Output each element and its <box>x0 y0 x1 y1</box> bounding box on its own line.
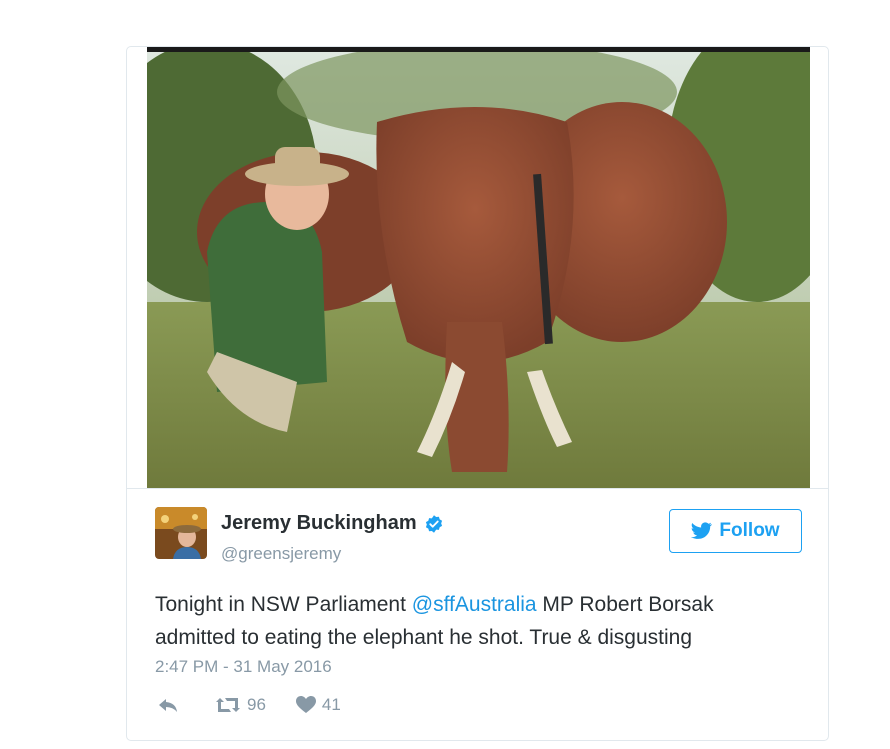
twitter-bird-icon <box>691 522 713 539</box>
reply-action[interactable] <box>157 696 185 714</box>
retweet-action[interactable]: 96 <box>215 695 266 715</box>
author-name-row: Jeremy Buckingham <box>221 512 444 535</box>
retweet-icon <box>216 698 240 712</box>
reply-icon <box>159 699 177 712</box>
like-count: 41 <box>321 695 341 714</box>
tweet-text-before: Tonight in NSW Parliament <box>155 593 412 616</box>
display-name[interactable]: Jeremy Buckingham <box>221 512 417 535</box>
tweet-timestamp[interactable]: 2:47 PM - 31 May 2016 <box>155 657 332 677</box>
heart-icon <box>295 696 316 713</box>
follow-label: Follow <box>719 520 780 541</box>
tweet-photo[interactable] <box>147 47 810 488</box>
follow-button[interactable]: Follow <box>669 509 802 553</box>
verified-badge-icon <box>425 514 442 533</box>
avatar[interactable] <box>155 507 207 559</box>
tweet-text: Tonight in NSW Parliament @sffAustralia … <box>155 588 795 654</box>
avatar-image <box>155 507 207 559</box>
like-action[interactable]: 41 <box>295 695 341 715</box>
elephant-photo-image <box>147 52 810 488</box>
mention-link[interactable]: @sffAustralia <box>412 593 537 616</box>
user-handle[interactable]: @greensjeremy <box>221 544 341 564</box>
tweet-card: Jeremy Buckingham @greensjeremy Follow T… <box>126 46 829 741</box>
photo-divider <box>127 488 828 489</box>
retweet-count: 96 <box>247 695 266 714</box>
tweet-actions: 96 41 <box>157 695 371 715</box>
